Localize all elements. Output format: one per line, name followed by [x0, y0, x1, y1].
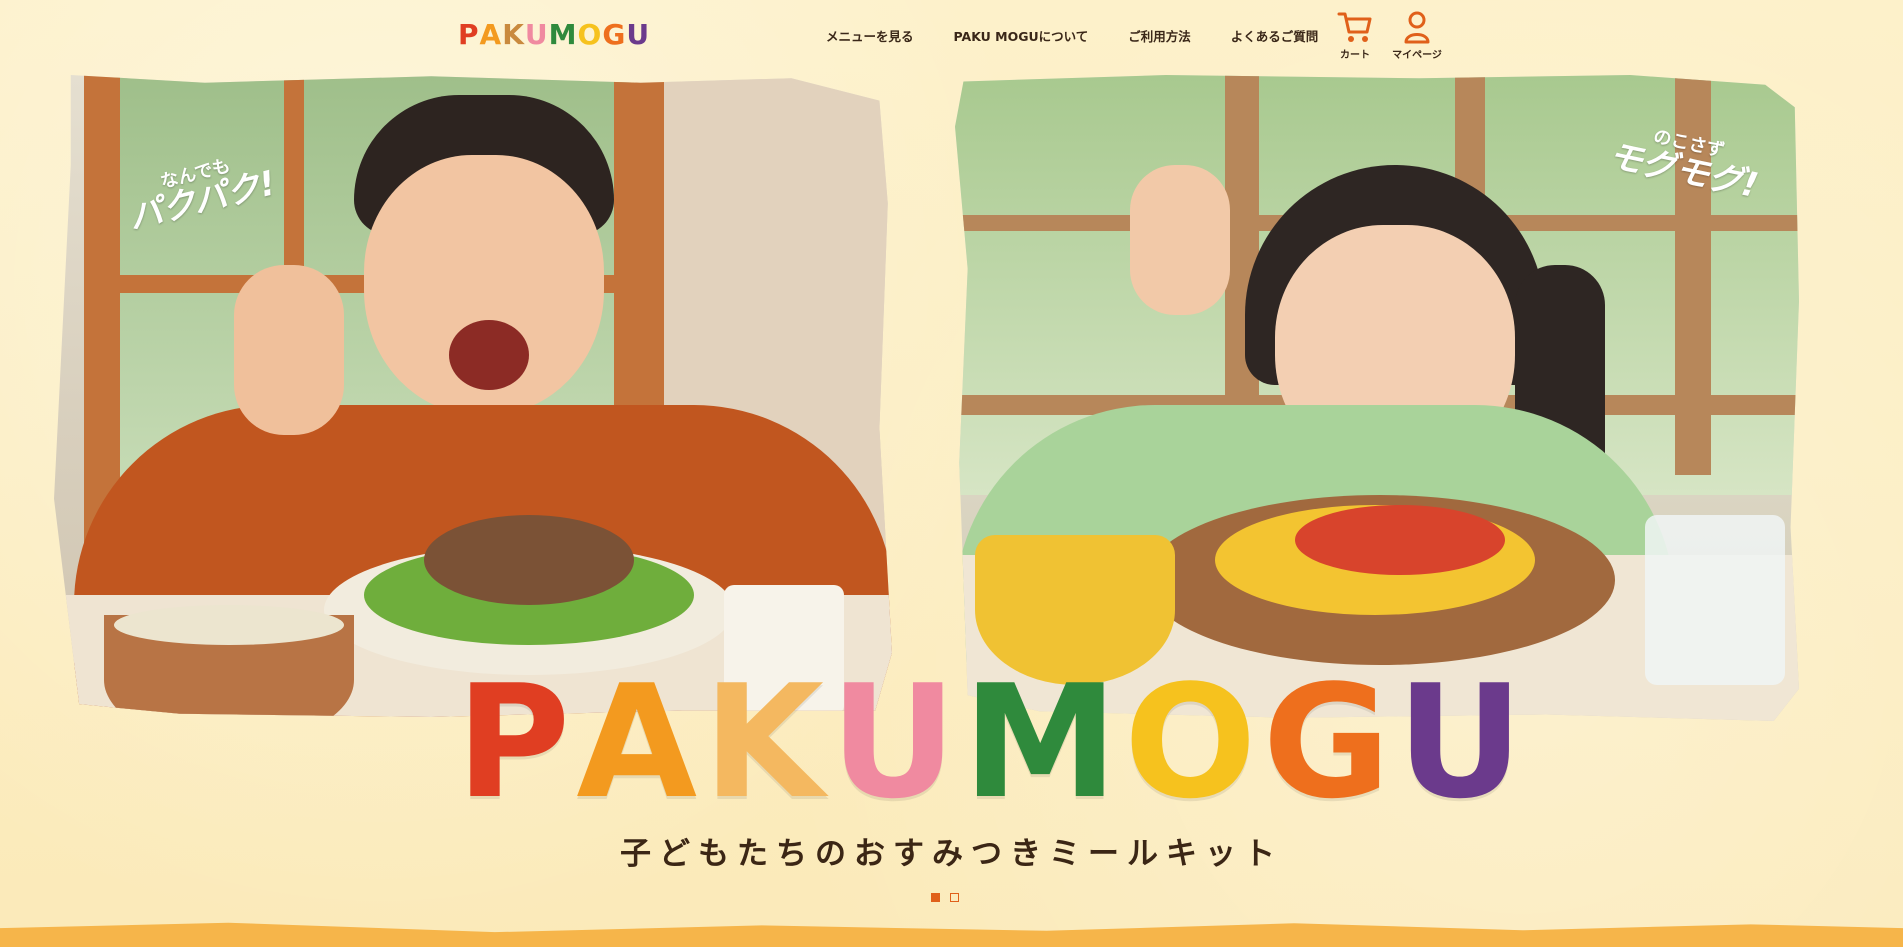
- logo-letter: P: [458, 18, 480, 51]
- mypage-label: マイページ: [1392, 50, 1442, 61]
- hero-logo-letter: G: [1262, 651, 1397, 833]
- hero-photo-boy: なんでも パクパク!: [54, 75, 892, 717]
- logo-letter: O: [577, 18, 603, 51]
- hero-logo-letter: A: [576, 651, 704, 833]
- cart-label: カート: [1340, 50, 1370, 61]
- hero-logo-letter: M: [962, 651, 1124, 833]
- logo-letter: A: [479, 18, 503, 51]
- nav-item-about[interactable]: PAKU MOGUについて: [954, 26, 1089, 45]
- logo-letter: K: [502, 18, 525, 51]
- slider-dot-2[interactable]: [950, 893, 959, 902]
- hero-logo-letter: K: [703, 651, 830, 833]
- nav-item-faq[interactable]: よくあるご質問: [1231, 26, 1319, 45]
- nav-item-how-to-use[interactable]: ご利用方法: [1128, 26, 1191, 45]
- user-icon: [1404, 11, 1430, 44]
- cart-button[interactable]: カート: [1328, 10, 1382, 61]
- slider-dot-1[interactable]: [931, 893, 940, 902]
- logo-letter: U: [524, 18, 549, 51]
- cart-icon: [1337, 12, 1372, 42]
- mypage-button[interactable]: マイページ: [1390, 10, 1444, 61]
- logo-letter: M: [548, 18, 578, 51]
- site-logo[interactable]: PAKUMOGU: [458, 18, 650, 52]
- hero-logo-letter: P: [456, 651, 577, 833]
- hero-logo-letter: U: [829, 651, 963, 833]
- slider-pagination: [931, 893, 959, 902]
- logo-letter: G: [602, 18, 627, 51]
- hero-photo-girl: のこさず モグモグ!: [955, 75, 1799, 721]
- main-nav: メニューを見る PAKU MOGUについて ご利用方法 よくあるご質問: [826, 26, 1318, 45]
- hero-tagline: 子どもたちのおすみつきミールキット: [620, 836, 1283, 872]
- nav-item-menu[interactable]: メニューを見る: [826, 26, 914, 45]
- site-header: PAKUMOGU メニューを見る PAKU MOGUについて ご利用方法 よくあ…: [0, 0, 1903, 72]
- hero-logo-letter: O: [1123, 651, 1263, 833]
- hero-logo: PAKUMOGU: [456, 651, 1523, 833]
- logo-letter: U: [626, 18, 651, 51]
- hero-logo-letter: U: [1396, 651, 1530, 833]
